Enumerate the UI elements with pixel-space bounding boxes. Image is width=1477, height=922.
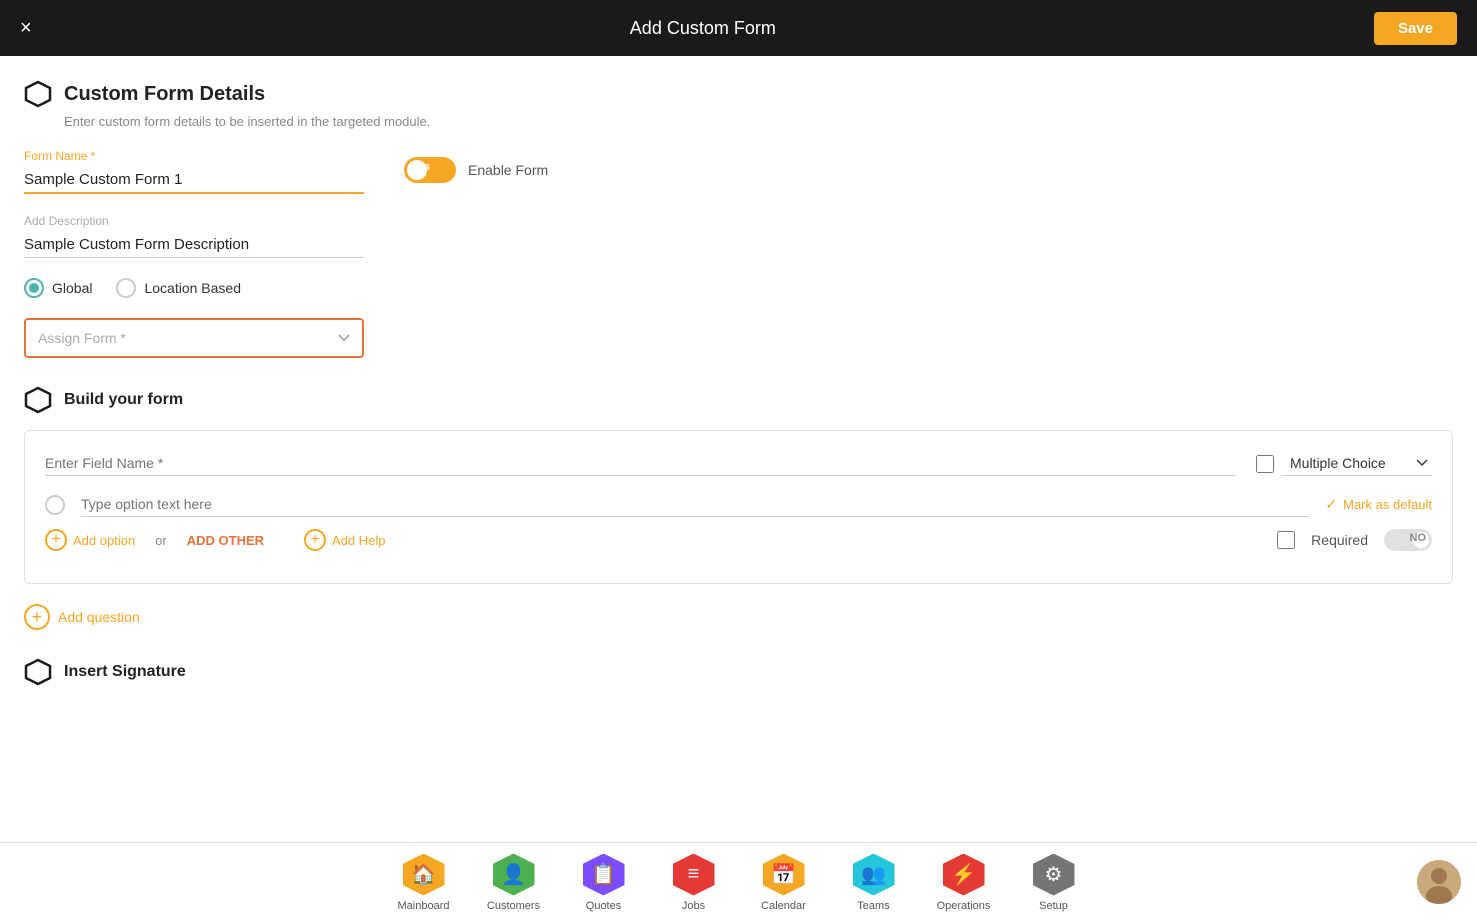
radio-global-label: Global: [52, 280, 92, 296]
operations-icon: ⚡: [943, 854, 985, 896]
required-label: Required: [1311, 532, 1368, 548]
description-label: Add Description: [24, 214, 1453, 228]
description-group: Add Description: [24, 214, 1453, 258]
required-slider: NO: [1384, 529, 1432, 551]
enable-form-label: Enable Form: [468, 162, 548, 178]
add-option-circle: +: [45, 529, 67, 551]
assign-form-select[interactable]: Assign Form *: [24, 318, 364, 358]
insert-signature-title: Insert Signature: [64, 663, 186, 681]
bottom-navigation: 🏠 Mainboard 👤 Customers 📋 Quotes ≡ Jobs …: [0, 842, 1477, 922]
teams-icon: 👥: [853, 854, 895, 896]
required-checkbox[interactable]: [1277, 531, 1295, 549]
insert-signature-header: Insert Signature: [24, 658, 1453, 686]
avatar-image: [1417, 860, 1461, 904]
calendar-icon: 📅: [763, 854, 805, 896]
add-other-label[interactable]: ADD OTHER: [187, 533, 264, 548]
insert-sig-hex-icon: [24, 658, 52, 686]
or-text: or: [155, 533, 167, 548]
customers-icon: 👤: [493, 854, 535, 896]
mark-default-group[interactable]: ✓ Mark as default: [1325, 496, 1432, 513]
field-definition-row: Multiple Choice Short Answer Long Answer…: [45, 451, 1432, 476]
add-option-label: Add option: [73, 533, 135, 548]
nav-jobs[interactable]: ≡ Jobs: [649, 846, 739, 920]
form-name-input[interactable]: [24, 167, 364, 194]
field-type-group: Multiple Choice Short Answer Long Answer…: [1256, 451, 1432, 476]
operations-label: Operations: [937, 900, 991, 912]
add-help-label: Add Help: [332, 533, 385, 548]
close-button[interactable]: ×: [20, 17, 32, 40]
field-type-select[interactable]: Multiple Choice Short Answer Long Answer…: [1282, 451, 1432, 476]
enable-form-group: Yes Enable Form: [404, 157, 548, 183]
main-content: Custom Form Details Enter custom form de…: [0, 56, 1477, 842]
radio-location-circle: [116, 278, 136, 298]
toggle-yes-label: Yes: [411, 161, 430, 173]
enable-form-toggle[interactable]: Yes: [404, 157, 456, 183]
nav-teams[interactable]: 👥 Teams: [829, 846, 919, 920]
mainboard-label: Mainboard: [398, 900, 450, 912]
quotes-icon: 📋: [583, 854, 625, 896]
build-form-hex-icon: [24, 386, 52, 414]
setup-icon: ⚙: [1033, 854, 1075, 896]
add-help-circle: +: [304, 529, 326, 551]
nav-mainboard[interactable]: 🏠 Mainboard: [379, 846, 469, 920]
field-type-checkbox[interactable]: [1256, 455, 1274, 473]
mainboard-icon: 🏠: [403, 854, 445, 896]
add-question-row[interactable]: + Add question: [24, 604, 1453, 630]
radio-global-circle: [24, 278, 44, 298]
scope-radio-group: Global Location Based: [24, 278, 1453, 298]
header-title: Add Custom Form: [630, 18, 776, 39]
nav-operations[interactable]: ⚡ Operations: [919, 846, 1009, 920]
option-radio: [45, 495, 65, 515]
nav-calendar[interactable]: 📅 Calendar: [739, 846, 829, 920]
radio-global[interactable]: Global: [24, 278, 92, 298]
nav-setup[interactable]: ⚙ Setup: [1009, 846, 1099, 920]
hex-icon: [24, 80, 52, 108]
required-toggle[interactable]: NO: [1384, 529, 1432, 551]
form-name-group: Form Name *: [24, 149, 364, 194]
description-input[interactable]: [24, 232, 364, 258]
jobs-label: Jobs: [682, 900, 705, 912]
quotes-label: Quotes: [586, 900, 621, 912]
section-title-details: Custom Form Details: [64, 83, 265, 106]
form-name-row: Form Name * Yes Enable Form: [24, 149, 1453, 194]
required-row: Required NO: [1277, 529, 1432, 551]
radio-location-label: Location Based: [144, 280, 241, 296]
setup-label: Setup: [1039, 900, 1068, 912]
user-avatar[interactable]: [1417, 860, 1461, 904]
save-button[interactable]: Save: [1374, 12, 1457, 45]
section-subtitle: Enter custom form details to be inserted…: [64, 114, 1453, 129]
build-form-title: Build your form: [64, 391, 183, 409]
jobs-icon: ≡: [673, 854, 715, 896]
add-option-button[interactable]: + Add option: [45, 529, 135, 551]
mark-default-label: Mark as default: [1343, 497, 1432, 512]
app-header: × Add Custom Form Save: [0, 0, 1477, 56]
customers-label: Customers: [487, 900, 540, 912]
add-option-row: + Add option or ADD OTHER + Add Help Req…: [45, 529, 1432, 551]
add-question-circle: +: [24, 604, 50, 630]
radio-location[interactable]: Location Based: [116, 278, 241, 298]
option-text-input[interactable]: [81, 492, 1309, 517]
field-name-input[interactable]: [45, 451, 1236, 476]
option-row: ✓ Mark as default: [45, 492, 1432, 517]
form-builder-card: Multiple Choice Short Answer Long Answer…: [24, 430, 1453, 584]
form-name-label: Form Name *: [24, 149, 364, 163]
checkmark-icon: ✓: [1325, 496, 1337, 513]
nav-quotes[interactable]: 📋 Quotes: [559, 846, 649, 920]
section-header-details: Custom Form Details: [24, 80, 1453, 108]
required-no-label: NO: [1410, 532, 1427, 544]
build-form-header: Build your form: [24, 386, 1453, 414]
calendar-label: Calendar: [761, 900, 806, 912]
add-help-button[interactable]: + Add Help: [304, 529, 385, 551]
nav-customers[interactable]: 👤 Customers: [469, 846, 559, 920]
add-question-label: Add question: [58, 609, 140, 625]
teams-label: Teams: [857, 900, 889, 912]
